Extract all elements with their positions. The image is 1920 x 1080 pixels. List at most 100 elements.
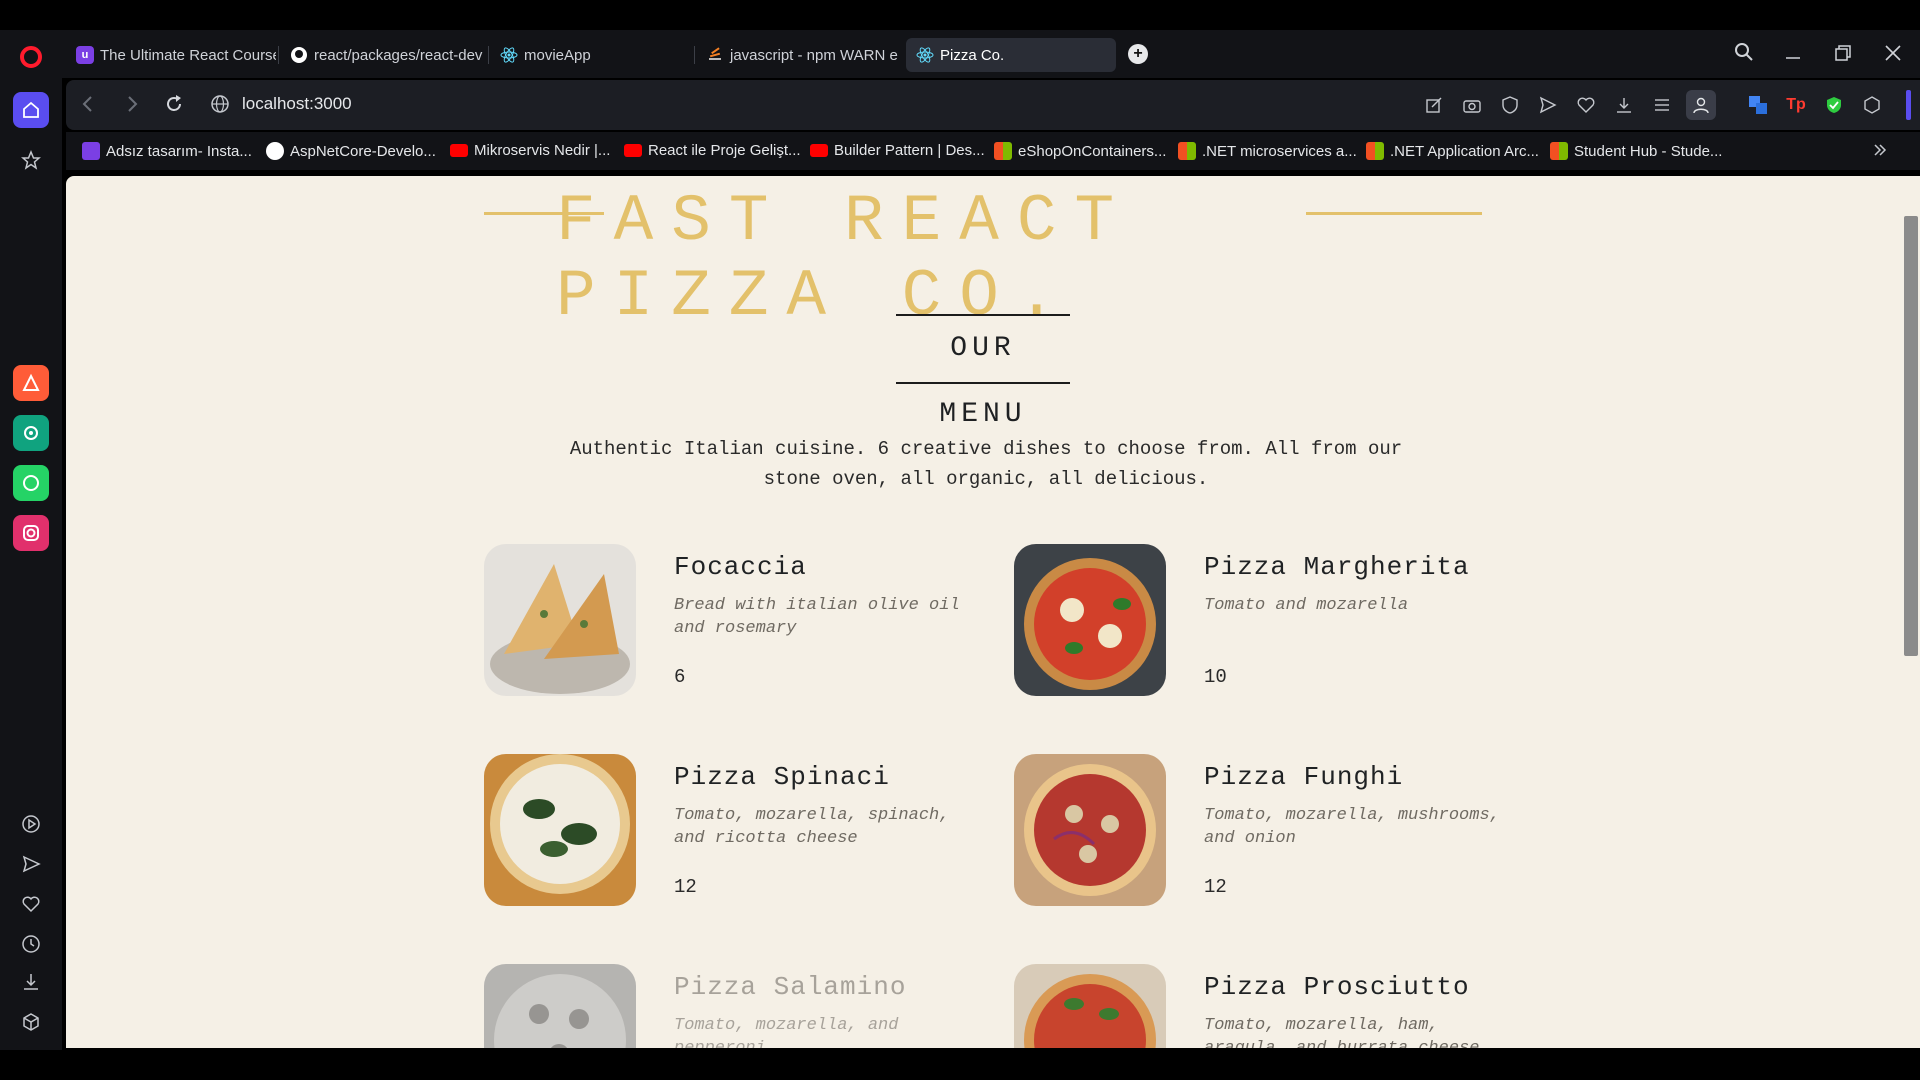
bookmark-label: React ile Proje Gelişt...: [648, 142, 801, 159]
forward-icon[interactable]: [124, 94, 140, 120]
bookmark-label: Builder Pattern | Des...: [834, 142, 985, 159]
home-icon[interactable]: [13, 92, 49, 128]
pinboard-icon[interactable]: [13, 142, 49, 178]
brand-line-right: [1306, 212, 1482, 215]
menu-item-price: 12: [674, 876, 697, 898]
heart-icon: [82, 142, 100, 160]
site-info-globe-icon[interactable]: [210, 94, 230, 120]
menu-item-description: Bread with italian olive oil and rosemar…: [674, 596, 960, 638]
easy-setup-icon[interactable]: [1650, 93, 1674, 117]
translate-icon[interactable]: [1746, 93, 1770, 117]
menu-item-description: Tomato, mozarella, mushrooms, and onion: [1204, 806, 1500, 848]
chatgpt-icon[interactable]: [13, 415, 49, 451]
tab-react-course[interactable]: u The Ultimate React Course: [66, 38, 276, 72]
menu-item-description: Tomato, mozarella, spinach, and ricotta …: [674, 806, 950, 848]
screen-top-border: [0, 0, 1920, 30]
opera-logo-icon[interactable]: [16, 42, 46, 72]
bookmark-label: .NET microservices a...: [1202, 142, 1357, 160]
shield-icon[interactable]: [1498, 93, 1522, 117]
whatsapp-icon[interactable]: [13, 465, 49, 501]
address-bar: localhost:3000 Tp: [66, 80, 1920, 130]
more-bookmarks-icon[interactable]: [1872, 142, 1888, 158]
menu-item-name: Pizza Salamino: [674, 972, 907, 1002]
tab-separator: [694, 46, 695, 64]
tab-movieapp[interactable]: movieApp: [490, 38, 690, 72]
tab-strip: u The Ultimate React Course react/packag…: [0, 30, 1920, 78]
search-tabs-icon[interactable]: [1734, 42, 1754, 68]
bookmark-item[interactable]: Adsız tasarım- Insta...: [82, 142, 252, 160]
instagram-icon[interactable]: [13, 515, 49, 551]
bookmark-item[interactable]: .NET Application Arc...: [1366, 142, 1539, 160]
download-icon[interactable]: [13, 964, 49, 1000]
menu-item-name: Pizza Funghi: [1204, 762, 1404, 792]
menu-item-price: 10: [1204, 666, 1227, 688]
screen-bottom-border: [0, 1050, 1920, 1080]
extension-tp-icon[interactable]: Tp: [1784, 93, 1808, 117]
tab-react-packages[interactable]: react/packages/react-dev: [280, 38, 486, 72]
react-icon: [916, 46, 934, 64]
page-viewport: FAST REACT PIZZA CO. OUR MENU Authentic …: [66, 176, 1906, 1048]
bookmark-label: eShopOnContainers...: [1018, 142, 1167, 160]
history-icon[interactable]: [13, 926, 49, 962]
pizza-salamino-image: [484, 964, 636, 1048]
sidebar-toggle-indicator[interactable]: [1906, 90, 1911, 120]
pizza-funghi-image: [1014, 754, 1166, 906]
menu-item-name: Focaccia: [674, 552, 807, 582]
camera-icon[interactable]: [1460, 93, 1484, 117]
bookmark-item[interactable]: React ile Proje Gelişt...: [624, 142, 801, 159]
bookmark-label: Student Hub - Stude...: [1574, 142, 1723, 160]
url-input[interactable]: localhost:3000: [242, 94, 352, 114]
adblock-shield-icon[interactable]: [1822, 93, 1846, 117]
menu-item-description: Tomato, mozarella, and pepperoni: [674, 1016, 899, 1048]
aria-icon[interactable]: [13, 365, 49, 401]
profile-icon[interactable]: [1686, 90, 1716, 120]
minimize-icon[interactable]: [1784, 44, 1802, 68]
tab-separator: [278, 46, 279, 64]
brand-logo-text[interactable]: FAST REACT PIZZA CO.: [556, 184, 1476, 334]
bookmark-label: AspNetCore-Develo...: [290, 142, 436, 160]
back-icon[interactable]: [80, 94, 96, 120]
new-tab-button[interactable]: +: [1128, 44, 1148, 64]
tab-separator: [488, 46, 489, 64]
edit-icon[interactable]: [1422, 93, 1446, 117]
restore-icon[interactable]: [1834, 44, 1852, 68]
page-scrollbar-thumb[interactable]: [1904, 216, 1918, 656]
bookmarks-bar: Adsız tasarım- Insta... AspNetCore-Devel…: [66, 132, 1920, 170]
close-icon[interactable]: [1884, 44, 1902, 68]
menu-item: Pizza Funghi Tomato, mozarella, mushroom…: [1014, 754, 1534, 906]
bookmark-item[interactable]: AspNetCore-Develo...: [266, 142, 436, 160]
send-icon[interactable]: [13, 846, 49, 882]
bookmark-item[interactable]: .NET microservices a...: [1178, 142, 1357, 160]
heart-icon[interactable]: [13, 886, 49, 922]
heart-icon[interactable]: [1574, 93, 1598, 117]
youtube-icon: [624, 144, 642, 157]
extensions-box-icon[interactable]: [13, 1004, 49, 1040]
send-icon[interactable]: [1536, 93, 1560, 117]
bookmark-item[interactable]: eShopOnContainers...: [994, 142, 1166, 160]
tab-label: javascript - npm WARN e: [730, 46, 898, 64]
github-icon: [266, 142, 284, 160]
extensions-icon[interactable]: [1860, 93, 1884, 117]
bookmark-item[interactable]: Mikroservis Nedir |...: [450, 142, 610, 159]
menu-item: Pizza Margherita Tomato and mozarella 10: [1014, 544, 1534, 696]
tab-stackoverflow[interactable]: javascript - npm WARN e: [696, 38, 900, 72]
menu-item-name: Pizza Spinaci: [674, 762, 890, 792]
menu-item-name: Pizza Margherita: [1204, 552, 1470, 582]
menu-item-price: 6: [674, 666, 686, 688]
menu-item: Pizza Spinaci Tomato, mozarella, spinach…: [484, 754, 1004, 906]
menu-item-description: Tomato and mozarella: [1204, 596, 1409, 615]
player-icon[interactable]: [13, 806, 49, 842]
pizza-prosciutto-image: [1014, 964, 1166, 1048]
microsoft-icon: [994, 142, 1012, 160]
tab-label: The Ultimate React Course: [100, 46, 276, 64]
udemy-icon: u: [76, 46, 94, 64]
tab-pizza-co[interactable]: Pizza Co.: [906, 38, 1116, 72]
bookmark-item[interactable]: Student Hub - Stude...: [1550, 142, 1722, 160]
menu-item-description: Tomato, mozarella, ham, aragula, and bur…: [1204, 1016, 1479, 1048]
youtube-icon: [810, 144, 828, 157]
bookmark-label: Mikroservis Nedir |...: [474, 142, 611, 159]
site-header: FAST REACT PIZZA CO.: [66, 176, 1906, 334]
bookmark-item[interactable]: Builder Pattern | Des...: [810, 142, 985, 159]
reload-icon[interactable]: [164, 94, 184, 120]
download-icon[interactable]: [1612, 93, 1636, 117]
